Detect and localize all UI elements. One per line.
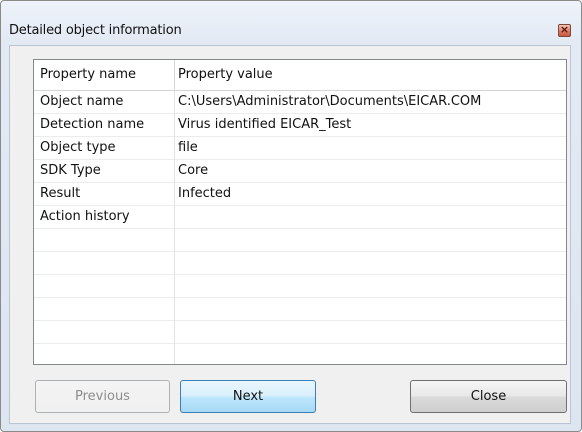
column-header-property-name[interactable]: Property name	[40, 60, 136, 90]
table-row[interactable]: Object name C:\Users\Administrator\Docume…	[34, 91, 566, 114]
close-window-button[interactable]: ×	[558, 23, 571, 37]
table-row[interactable]	[34, 275, 566, 298]
property-name-cell: Object name	[40, 94, 124, 109]
table-row[interactable]	[34, 344, 566, 364]
property-name-cell: Detection name	[40, 117, 145, 132]
table-row[interactable]: SDK Type Core	[34, 160, 566, 183]
property-name-cell: Object type	[40, 140, 116, 155]
property-value-cell: Core	[178, 163, 209, 178]
table-row[interactable]: Detection name Virus identified EICAR_Tes…	[34, 114, 566, 137]
header-divider[interactable]	[174, 60, 175, 90]
window-title: Detailed object information	[9, 23, 182, 38]
previous-button[interactable]: Previous	[35, 380, 170, 413]
property-name-cell: SDK Type	[40, 163, 101, 178]
property-name-cell: Result	[40, 186, 81, 201]
close-icon: ×	[559, 23, 570, 36]
property-value-cell: Virus identified EICAR_Test	[178, 117, 352, 132]
table-row[interactable]	[34, 229, 566, 252]
table-row[interactable]	[34, 321, 566, 344]
table-row[interactable]	[34, 298, 566, 321]
close-button[interactable]: Close	[410, 380, 567, 413]
table-row[interactable]: Object type file	[34, 137, 566, 160]
table-row[interactable]: Action history	[34, 206, 566, 229]
property-value-cell: file	[178, 140, 198, 155]
table-row[interactable]: Result Infected	[34, 183, 566, 206]
column-header-property-value[interactable]: Property value	[178, 60, 273, 90]
next-button[interactable]: Next	[180, 380, 316, 413]
table-row[interactable]	[34, 252, 566, 275]
table-body: Object name C:\Users\Administrator\Docume…	[34, 91, 566, 364]
table-header: Property name Property value	[34, 60, 566, 91]
property-value-cell: C:\Users\Administrator\Documents\EICAR.C…	[178, 94, 482, 109]
property-value-cell: Infected	[178, 186, 232, 201]
property-table[interactable]: Property name Property value Object name…	[33, 59, 567, 365]
property-name-cell: Action history	[40, 209, 130, 224]
